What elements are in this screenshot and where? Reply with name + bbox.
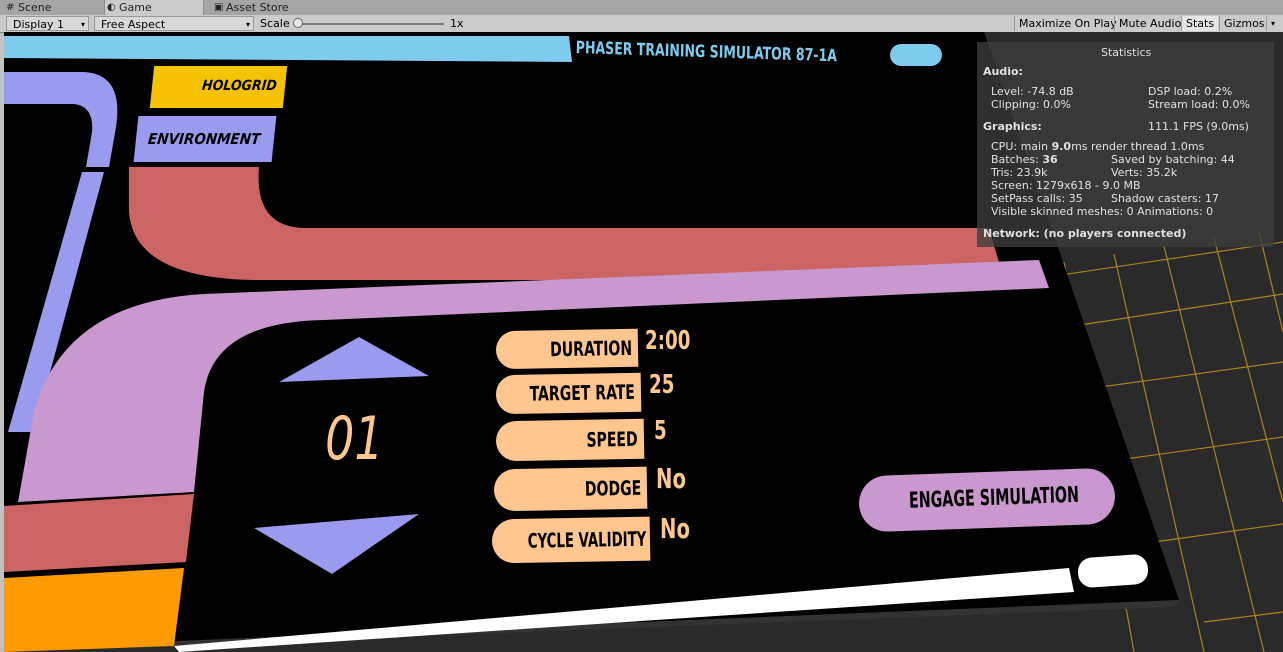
aspect-select[interactable]: Free Aspect ▾ [94, 16, 254, 31]
skinned-meshes: Visible skinned meshes: 0 Animations: 0 [991, 205, 1214, 218]
counter-value: 01 [325, 404, 384, 474]
hologrid-label: HOLOGRID [201, 78, 278, 94]
grid-icon: # [6, 2, 15, 13]
setting-label: DODGE [584, 475, 642, 501]
audio-level: Level: -74.8 dB [991, 85, 1074, 98]
shadow-casters: Shadow casters: 17 [1111, 192, 1219, 205]
setting-value: No [660, 512, 690, 545]
scale-slider-track[interactable] [296, 23, 444, 25]
tab-scene[interactable]: # Scene [4, 0, 104, 15]
audio-clipping: Clipping: 0.0% [991, 98, 1071, 111]
scale-label: Scale [260, 17, 290, 30]
chevron-down-icon: ▾ [80, 20, 85, 29]
setting-row-duration[interactable]: DURATION [495, 328, 639, 370]
setting-label: SPEED [586, 426, 639, 452]
tris: Tris: 23.9k [991, 166, 1048, 179]
statistics-panel: Statistics Audio: Level: -74.8 dB Clippi… [977, 42, 1274, 247]
stream-load: Stream load: 0.0% [1148, 98, 1250, 111]
verts: Verts: 35.2k [1111, 166, 1178, 179]
tab-label: Scene [18, 1, 52, 14]
screen-info: Screen: 1279x618 - 9.0 MB [991, 179, 1141, 192]
setting-row-target-rate[interactable]: TARGET RATE [495, 372, 642, 415]
environment-label: ENVIRONMENT [147, 130, 262, 148]
cpu-label: CPU: main [991, 140, 1052, 153]
display-value: Display 1 [13, 18, 65, 31]
setting-value: No [656, 462, 686, 495]
setting-value: 5 [654, 416, 667, 446]
setting-label: CYCLE VALIDITY [527, 526, 647, 553]
setting-row-cycle-validity[interactable]: CYCLE VALIDITY [491, 516, 651, 564]
batches-label: Batches: [991, 153, 1043, 166]
scale-slider-thumb[interactable] [293, 18, 303, 28]
cpu-line: CPU: main 9.0ms render thread 1.0ms [991, 140, 1204, 153]
tab-asset-store[interactable]: ▣ Asset Store [212, 0, 316, 15]
editor-tab-bar: # Scene ◐ Game ▣ Asset Store [0, 0, 1283, 16]
cpu-main-value: 9.0 [1051, 140, 1072, 153]
stats-toggle[interactable]: Stats [1181, 16, 1219, 31]
decrement-button[interactable] [254, 514, 419, 574]
setpass-calls: SetPass calls: 35 [991, 192, 1083, 205]
graphics-heading: Graphics: [983, 120, 1042, 133]
chevron-down-icon[interactable]: ▾ [1266, 16, 1279, 31]
display-select[interactable]: Display 1 ▾ [6, 16, 89, 31]
mute-audio-toggle[interactable]: Mute Audio [1114, 16, 1185, 31]
tab-environment[interactable]: ENVIRONMENT [133, 116, 277, 162]
batches-value: 36 [1042, 153, 1058, 166]
setting-label: TARGET RATE [529, 379, 636, 406]
setting-value: 25 [649, 370, 675, 400]
tab-label: Asset Store [226, 1, 289, 14]
scale-value: 1x [450, 17, 464, 30]
engage-label: ENGAGE SIMULATION [908, 482, 1080, 514]
fps-value: 111.1 FPS (9.0ms) [1148, 120, 1249, 133]
setting-row-dodge[interactable]: DODGE [493, 466, 648, 512]
setting-label: DURATION [549, 335, 633, 362]
cpu-render: ms render thread 1.0ms [1071, 140, 1205, 153]
tab-game[interactable]: ◐ Game [104, 0, 204, 16]
setting-value: 2:00 [645, 326, 691, 356]
saved-by-batching: Saved by batching: 44 [1111, 153, 1235, 166]
dsp-load: DSP load: 0.2% [1148, 85, 1233, 98]
aspect-value: Free Aspect [101, 18, 166, 31]
chevron-down-icon: ▾ [245, 20, 250, 29]
gizmos-menu[interactable]: Gizmos [1219, 16, 1269, 31]
tab-label: Game [119, 1, 152, 14]
stats-title: Statistics [1101, 46, 1152, 59]
tab-hologrid[interactable]: HOLOGRID [149, 66, 288, 108]
engage-simulation-button[interactable]: ENGAGE SIMULATION [858, 467, 1116, 533]
pacman-icon: ◐ [107, 2, 116, 13]
batches-line: Batches: 36 [991, 153, 1058, 166]
setting-row-speed[interactable]: SPEED [495, 418, 645, 462]
maximize-on-play-toggle[interactable]: Maximize On Play [1014, 16, 1121, 31]
bag-icon: ▣ [214, 2, 224, 13]
network-status: Network: (no players connected) [983, 227, 1187, 240]
game-toolbar: Display 1 ▾ Free Aspect ▾ Scale 1x Maxim… [0, 15, 1283, 33]
audio-heading: Audio: [983, 65, 1023, 78]
increment-button[interactable] [279, 337, 429, 382]
